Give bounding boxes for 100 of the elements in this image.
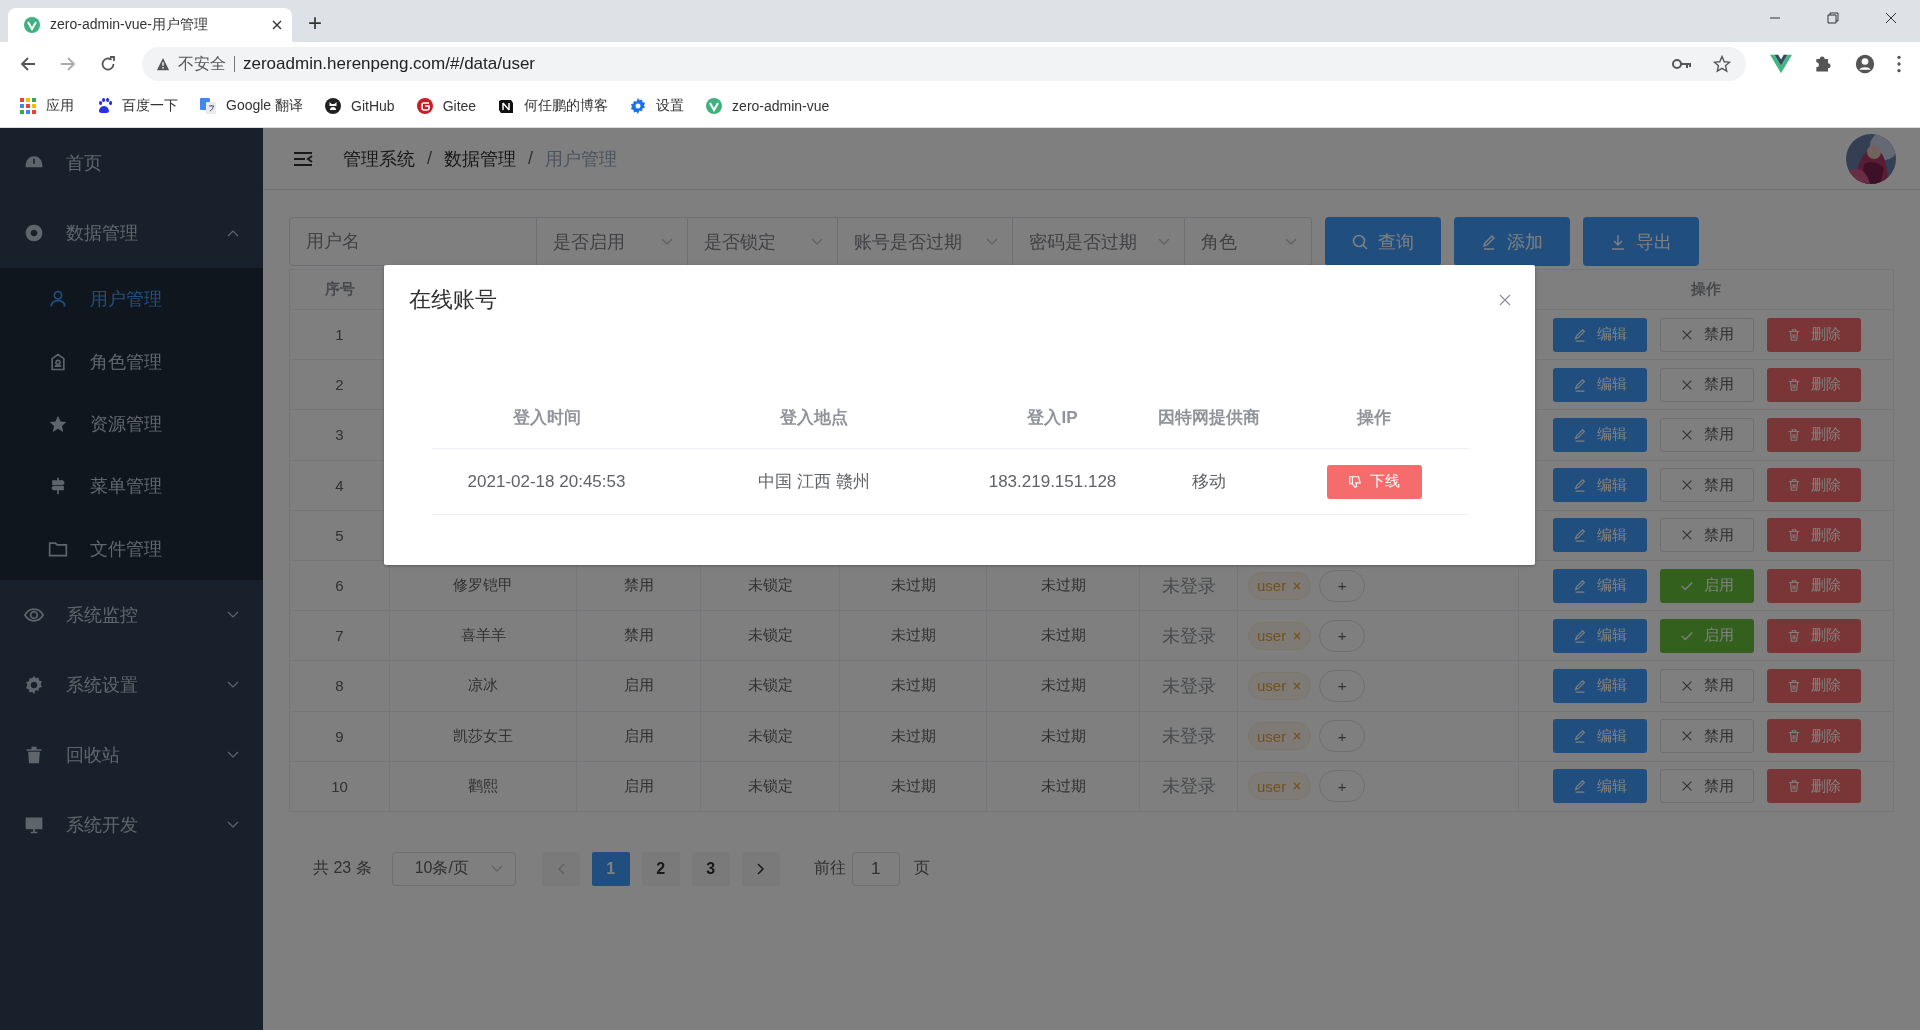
column-header: 登入地点 bbox=[780, 407, 848, 429]
apps-icon bbox=[20, 98, 36, 114]
delete-button[interactable]: 删除 bbox=[1767, 568, 1861, 603]
edit-button[interactable]: 编辑 bbox=[1553, 769, 1647, 804]
disable-button[interactable]: 禁用 bbox=[1660, 719, 1754, 754]
bookmark-link[interactable]: zero-admin-vue bbox=[706, 98, 830, 114]
search-button[interactable]: 查询 bbox=[1325, 217, 1441, 266]
disable-button[interactable]: 禁用 bbox=[1660, 317, 1754, 352]
role-tag: user bbox=[1248, 722, 1312, 751]
user-icon bbox=[48, 289, 68, 310]
caret-icon bbox=[986, 237, 998, 246]
edit-button[interactable]: 编辑 bbox=[1553, 618, 1647, 653]
disable-button[interactable]: 禁用 bbox=[1660, 518, 1754, 553]
edit-button[interactable]: 编辑 bbox=[1553, 317, 1647, 352]
paw-icon bbox=[96, 98, 112, 114]
pen-icon bbox=[1573, 427, 1587, 442]
trash-icon bbox=[1787, 478, 1801, 493]
next-page-button[interactable] bbox=[741, 851, 780, 886]
disable-button[interactable]: 禁用 bbox=[1660, 417, 1754, 452]
table-cell: 183.219.151.128 bbox=[988, 471, 1117, 492]
delete-button[interactable]: 删除 bbox=[1767, 518, 1861, 553]
logo-icon bbox=[416, 98, 433, 114]
export-button[interactable]: 导出 bbox=[1583, 217, 1699, 266]
edit-button[interactable]: 编辑 bbox=[1553, 417, 1647, 452]
enable-button[interactable]: 启用 bbox=[1660, 618, 1754, 653]
disable-button[interactable]: 禁用 bbox=[1660, 367, 1754, 402]
sidebar-item[interactable]: 角色管理 bbox=[0, 330, 263, 393]
page-button[interactable]: 2 bbox=[641, 851, 680, 886]
new-tab-button[interactable]: + bbox=[308, 9, 322, 37]
column-header: 登入IP bbox=[1027, 407, 1078, 429]
edit-button[interactable]: 编辑 bbox=[1553, 367, 1647, 402]
delete-button[interactable]: 删除 bbox=[1767, 367, 1861, 402]
page-size-select[interactable]: 10条/页 bbox=[391, 851, 516, 886]
breadcrumb-link[interactable]: 数据管理 bbox=[444, 146, 516, 171]
page-number-field[interactable]: 1 bbox=[851, 851, 900, 886]
sign-out-button[interactable]: 下线 bbox=[1326, 464, 1422, 499]
delete-button[interactable]: 删除 bbox=[1767, 769, 1861, 804]
delete-button[interactable]: 删除 bbox=[1767, 468, 1861, 503]
breadcrumb-separator: / bbox=[427, 148, 432, 169]
table-cell: 未过期 bbox=[890, 626, 936, 646]
badge-icon bbox=[48, 351, 68, 372]
delete-button[interactable]: 删除 bbox=[1767, 668, 1861, 703]
warning-icon bbox=[156, 56, 170, 71]
chevron-right-icon bbox=[756, 862, 765, 875]
delete-button[interactable]: 删除 bbox=[1767, 618, 1861, 653]
delete-button[interactable]: 删除 bbox=[1767, 417, 1861, 452]
delete-button[interactable]: 删除 bbox=[1767, 719, 1861, 754]
sidebar-item[interactable]: 资源管理 bbox=[0, 392, 263, 456]
trash-icon bbox=[1787, 628, 1801, 643]
pen-icon bbox=[1573, 578, 1587, 593]
close-icon[interactable] bbox=[272, 20, 282, 30]
bookmark-link[interactable]: 应用 bbox=[20, 97, 74, 115]
dialog-title: 在线账号 bbox=[409, 286, 497, 314]
url-text: zeroadmin.herenpeng.com/#/data/user bbox=[243, 53, 536, 74]
sidebar-item[interactable]: 文件管理 bbox=[0, 517, 263, 580]
browser-tab[interactable]: zero-admin-vue-用户管理 bbox=[8, 8, 292, 42]
bookmark-link[interactable]: 何任鹏的博客 bbox=[498, 97, 609, 115]
sidebar-item[interactable]: 菜单管理 bbox=[0, 455, 263, 518]
trash-icon bbox=[24, 744, 44, 765]
sidebar-item[interactable]: 首页 bbox=[0, 128, 263, 198]
sidebar-item[interactable]: 系统开发 bbox=[0, 789, 263, 860]
sidebar-item[interactable]: 系统设置 bbox=[0, 649, 263, 720]
breadcrumb-link[interactable]: 管理系统 bbox=[343, 146, 415, 171]
sidebar-item[interactable]: 数据管理 bbox=[0, 198, 263, 268]
bookmark-link[interactable]: 百度一下 bbox=[96, 97, 178, 115]
page-button[interactable]: 1 bbox=[591, 851, 630, 886]
table-cell: 启用 bbox=[623, 726, 654, 746]
username-field[interactable]: 用户名 bbox=[289, 217, 537, 266]
disable-button[interactable]: 禁用 bbox=[1660, 769, 1754, 804]
disable-button[interactable]: 禁用 bbox=[1660, 468, 1754, 503]
edit-button[interactable]: 编辑 bbox=[1553, 568, 1647, 603]
sidebar-item[interactable]: 用户管理 bbox=[0, 268, 263, 331]
table-cell: 修罗铠甲 bbox=[453, 576, 513, 596]
enable-button[interactable]: 启用 bbox=[1660, 568, 1754, 603]
bookmark-link[interactable]: GitHub bbox=[325, 98, 395, 114]
column-header: 登入时间 bbox=[512, 407, 581, 429]
star-icon[interactable] bbox=[1712, 54, 1732, 73]
menu-icon[interactable] bbox=[293, 150, 313, 167]
bookmark-link[interactable]: Gitee bbox=[416, 98, 477, 114]
edit-button[interactable]: 编辑 bbox=[1553, 719, 1647, 754]
bookmark-link[interactable]: Google 翻译 bbox=[200, 97, 304, 115]
sidebar-item[interactable]: 回收站 bbox=[0, 719, 263, 790]
bookmark-link[interactable]: 设置 bbox=[630, 97, 685, 115]
pen-icon bbox=[1573, 628, 1587, 643]
trash-icon bbox=[1787, 327, 1801, 342]
table-cell: 禁用 bbox=[623, 576, 654, 596]
logo-icon bbox=[498, 98, 515, 114]
address-bar[interactable]: 不安全 zeroadmin.herenpeng.com/#/data/user bbox=[142, 46, 1746, 81]
edit-button[interactable]: 编辑 bbox=[1553, 518, 1647, 553]
add-button[interactable]: 添加 bbox=[1454, 217, 1570, 266]
edit-button[interactable]: 编辑 bbox=[1553, 468, 1647, 503]
role-tag: user bbox=[1248, 621, 1312, 650]
logo-icon bbox=[24, 17, 40, 33]
thumbs-down-icon bbox=[1348, 474, 1362, 489]
role-tag: user bbox=[1248, 772, 1312, 801]
page-button[interactable]: 3 bbox=[691, 851, 730, 886]
edit-button[interactable]: 编辑 bbox=[1553, 668, 1647, 703]
delete-button[interactable]: 删除 bbox=[1767, 317, 1861, 352]
disable-button[interactable]: 禁用 bbox=[1660, 668, 1754, 703]
table-cell: 10 bbox=[331, 777, 348, 795]
